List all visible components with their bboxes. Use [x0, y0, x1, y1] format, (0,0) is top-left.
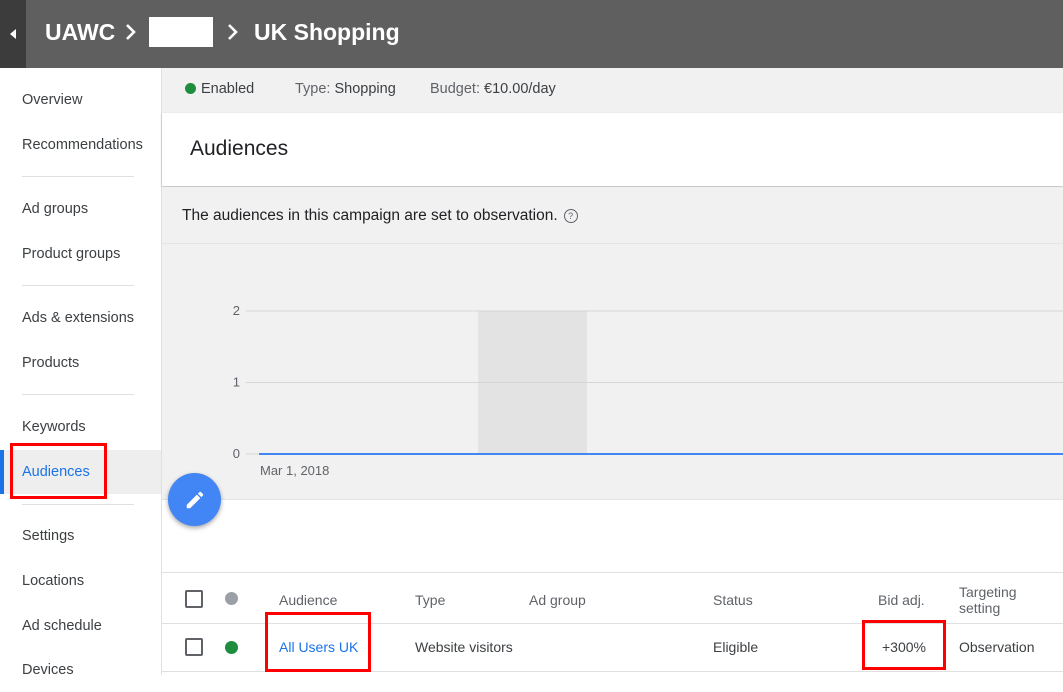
observation-banner: The audiences in this campaign are set t…	[162, 187, 1063, 243]
observation-message: The audiences in this campaign are set t…	[182, 207, 558, 224]
campaign-type: Type: Shopping	[295, 81, 396, 97]
column-header-ad-group[interactable]: Ad group	[529, 592, 586, 608]
breadcrumb-account[interactable]: UAWC	[45, 18, 115, 46]
select-all-checkbox[interactable]	[185, 590, 203, 608]
sidebar-item-ad-schedule[interactable]: Ad schedule	[0, 604, 161, 648]
sidebar-divider	[22, 176, 134, 177]
sidebar-item-overview[interactable]: Overview	[0, 78, 161, 122]
page-title: Audiences	[190, 137, 289, 160]
highlight-box	[265, 612, 371, 672]
chart-x-tick-label: Mar 1, 2018	[260, 463, 329, 478]
sidebar-divider	[22, 394, 134, 395]
sidebar-item-ads-extensions[interactable]: Ads & extensions	[0, 296, 161, 340]
chart-footer	[162, 499, 1063, 573]
highlight-box	[862, 620, 946, 670]
chevron-right-icon	[227, 22, 239, 42]
help-icon[interactable]: ?	[563, 209, 578, 223]
sidebar-item-recommendations[interactable]: Recommendations	[0, 123, 161, 167]
sidebar-item-products[interactable]: Products	[0, 341, 161, 385]
chart-y-tick-label: 1	[233, 375, 240, 390]
column-header-audience[interactable]: Audience	[279, 592, 337, 608]
status-header-icon	[225, 592, 238, 605]
pencil-icon	[186, 491, 203, 508]
audience-status: Eligible	[713, 639, 759, 655]
status-enabled[interactable]: Enabled	[185, 81, 254, 97]
chart-y-tick-label: 2	[233, 303, 240, 318]
redacted-crumb	[149, 17, 213, 47]
sidebar-item-settings[interactable]: Settings	[0, 514, 161, 558]
status-dot-icon[interactable]	[225, 641, 238, 654]
chart-svg: 0 1 2 Mar 1, 2018	[233, 303, 1063, 478]
sidebar-item-product-groups[interactable]: Product groups	[0, 232, 161, 276]
column-header-bid-adj[interactable]: Bid adj.	[878, 592, 925, 608]
edit-fab[interactable]	[168, 473, 221, 526]
column-header-targeting[interactable]: Targeting setting	[959, 584, 1017, 616]
breadcrumb-campaign[interactable]: UK Shopping	[254, 18, 400, 46]
chevron-right-icon	[125, 22, 137, 42]
sidebar-item-devices[interactable]: Devices	[0, 648, 161, 692]
row-checkbox[interactable]	[185, 638, 203, 656]
column-header-status[interactable]: Status	[713, 592, 753, 608]
audience-targeting: Observation	[959, 639, 1035, 655]
column-header-type[interactable]: Type	[415, 592, 445, 608]
sidebar-item-locations[interactable]: Locations	[0, 559, 161, 603]
main-content: Enabled Type: Shopping Budget: €10.00/da…	[162, 68, 1063, 676]
status-dot-icon	[185, 83, 196, 94]
sidebar-item-ad-groups[interactable]: Ad groups	[0, 187, 161, 231]
campaign-budget[interactable]: Budget: €10.00/day	[430, 81, 556, 97]
back-arrow-icon[interactable]	[0, 0, 26, 68]
sidebar: Overview Recommendations Ad groups Produ…	[0, 68, 162, 678]
section-header: Audiences	[162, 113, 1063, 186]
top-bar: UAWC UK Shopping	[0, 0, 1063, 68]
chart-y-tick-label: 0	[233, 446, 240, 461]
campaign-status-bar: Enabled Type: Shopping Budget: €10.00/da…	[162, 68, 1063, 113]
sidebar-divider	[22, 285, 134, 286]
sidebar-divider	[22, 504, 134, 505]
highlight-box	[10, 443, 107, 499]
chart: 0 1 2 Mar 1, 2018	[162, 243, 1063, 500]
audience-type: Website visitors	[415, 639, 513, 655]
